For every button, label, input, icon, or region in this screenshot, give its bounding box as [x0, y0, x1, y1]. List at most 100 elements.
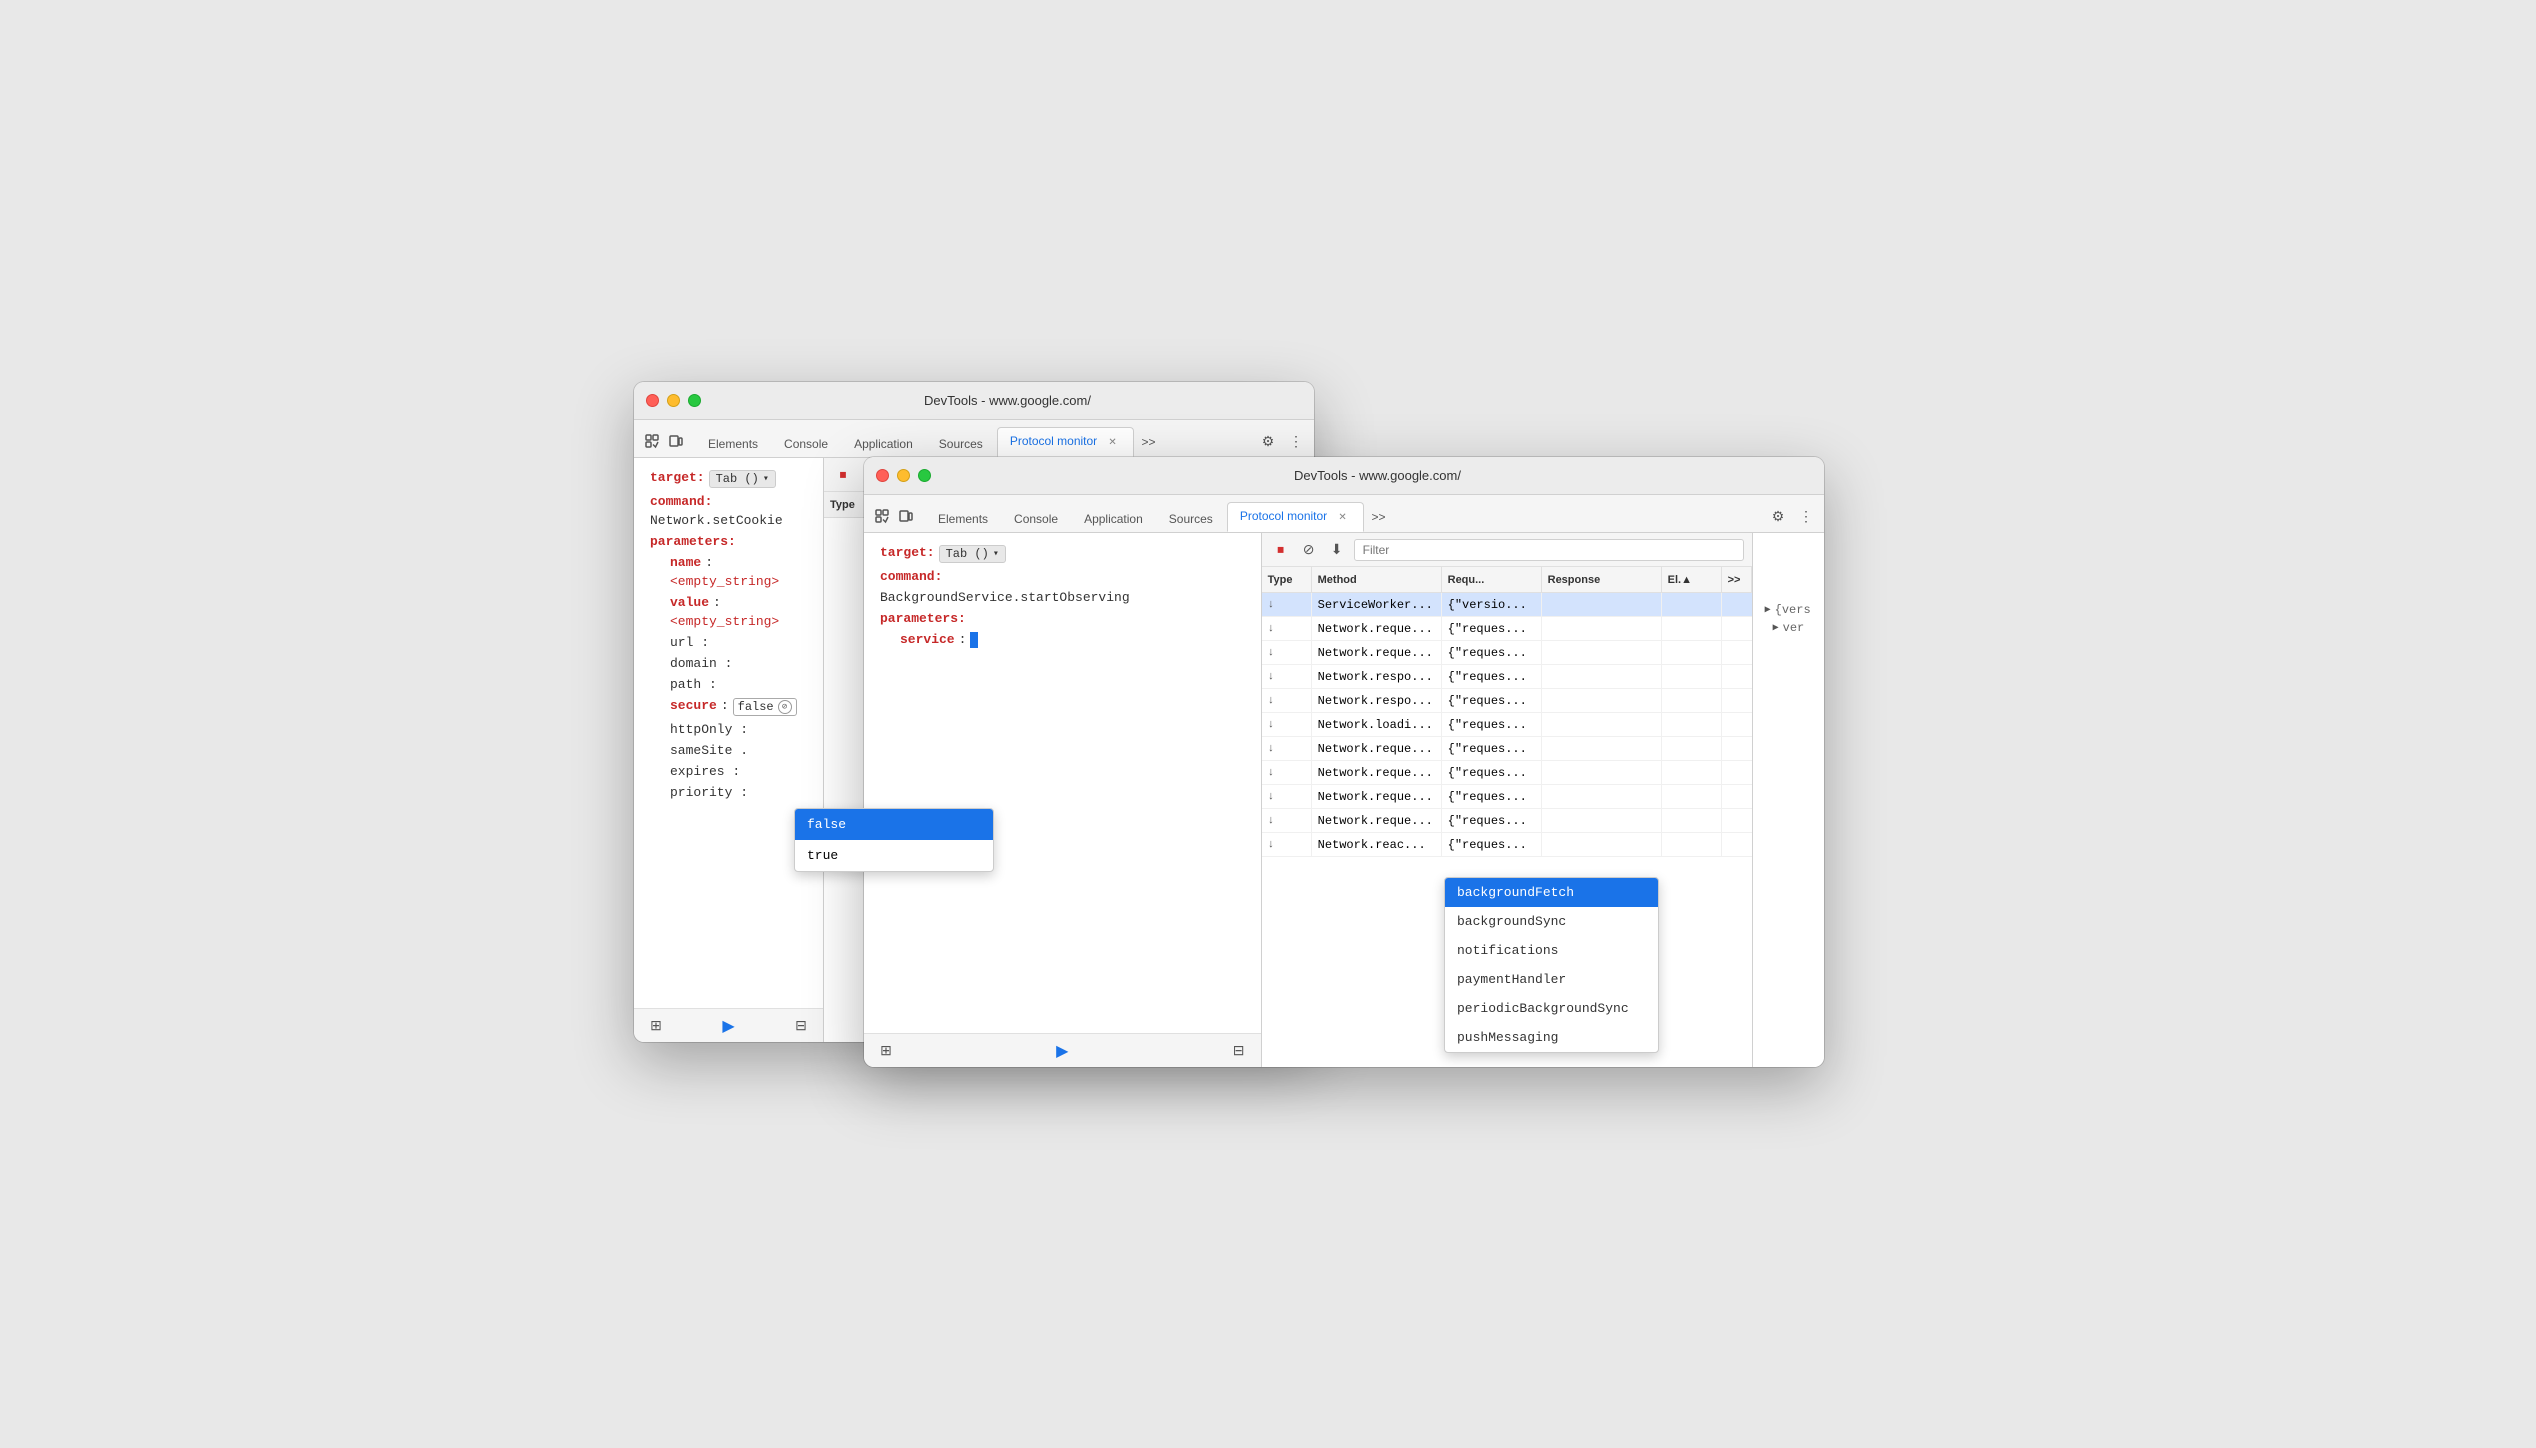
front-cell-response-1: [1542, 593, 1662, 616]
front-tabbar: Elements Console Application Sources Pro…: [864, 495, 1824, 533]
back-param-secure-badge[interactable]: false ⊘: [733, 698, 797, 716]
front-cell-method-4: Network.respo...: [1312, 665, 1442, 688]
front-expand-icon[interactable]: ⊞: [876, 1041, 896, 1061]
front-table-row-8[interactable]: ↓ Network.reque... {"reques...: [1262, 761, 1752, 785]
front-layout-icon[interactable]: ⊟: [1229, 1041, 1249, 1061]
front-tree-panel: ▶ {vers ▶ ver: [1753, 593, 1824, 1067]
front-col-elapsed[interactable]: El.▲: [1662, 567, 1722, 592]
front-service-option-notifications[interactable]: notifications: [1445, 936, 1658, 965]
front-tree-label-1: {vers: [1775, 603, 1811, 617]
front-table-row-7[interactable]: ↓ Network.reque... {"reques...: [1262, 737, 1752, 761]
front-service-option-backgroundsync[interactable]: backgroundSync: [1445, 907, 1658, 936]
front-cell-arrow-2: ↓: [1262, 617, 1312, 640]
back-param-secure-clear[interactable]: ⊘: [778, 700, 792, 714]
front-tab-more[interactable]: >>: [1366, 506, 1392, 532]
front-col-method[interactable]: Method: [1312, 567, 1442, 592]
front-close-btn[interactable]: [876, 469, 889, 482]
back-close-btn[interactable]: [646, 394, 659, 407]
back-stop-btn[interactable]: ⏹: [832, 464, 854, 486]
back-tab-close-icon[interactable]: ✕: [1105, 434, 1121, 450]
front-target-dropdown-arrow[interactable]: ▾: [993, 548, 999, 560]
front-cell-method-7: Network.reque...: [1312, 737, 1442, 760]
back-device-icon[interactable]: [666, 431, 686, 451]
front-cmd-parameters: parameters:: [880, 611, 1245, 626]
front-table-row-4[interactable]: ↓ Network.respo... {"reques...: [1262, 665, 1752, 689]
front-table-row-11[interactable]: ↓ Network.reac... {"reques...: [1262, 833, 1752, 857]
back-tab-more[interactable]: >>: [1136, 431, 1162, 457]
front-overflow-icon[interactable]: ⋮: [1796, 506, 1816, 526]
back-target-label: target:: [650, 470, 705, 485]
front-service-option-backgroundfetch[interactable]: backgroundFetch: [1445, 878, 1658, 907]
back-expand-icon[interactable]: ⊞: [646, 1016, 666, 1036]
back-target-value[interactable]: Tab () ▾: [709, 470, 776, 488]
back-param-expires-key: expires :: [670, 764, 740, 779]
front-stop-btn[interactable]: ⏹: [1270, 539, 1292, 561]
front-param-service-key: service: [900, 632, 955, 647]
front-col-more[interactable]: >>: [1722, 567, 1752, 592]
front-tab-sources[interactable]: Sources: [1157, 506, 1225, 532]
back-tab-console[interactable]: Console: [772, 431, 840, 457]
front-clear-btn[interactable]: ⊘: [1298, 539, 1320, 561]
front-col-request[interactable]: Requ...: [1442, 567, 1542, 592]
front-table-row-9[interactable]: ↓ Network.reque... {"reques...: [1262, 785, 1752, 809]
back-tab-elements[interactable]: Elements: [696, 431, 770, 457]
front-tab-elements[interactable]: Elements: [926, 506, 1000, 532]
front-table-row-6[interactable]: ↓ Network.loadi... {"reques...: [1262, 713, 1752, 737]
front-service-option-paymenthandler[interactable]: paymentHandler: [1445, 965, 1658, 994]
back-tab-sources[interactable]: Sources: [927, 431, 995, 457]
back-bool-option-true[interactable]: true: [795, 840, 993, 871]
front-device-icon[interactable]: [896, 506, 916, 526]
front-cell-arrow-3: ↓: [1262, 641, 1312, 664]
back-tab-protocol-monitor[interactable]: Protocol monitor ✕: [997, 427, 1134, 458]
front-download-btn[interactable]: ⬇: [1326, 539, 1348, 561]
front-tree-arrow-1: ▶: [1765, 604, 1771, 616]
front-cell-arrow-7: ↓: [1262, 737, 1312, 760]
back-overflow-icon[interactable]: ⋮: [1286, 431, 1306, 451]
front-table-row-3[interactable]: ↓ Network.reque... {"reques...: [1262, 641, 1752, 665]
front-tab-application[interactable]: Application: [1072, 506, 1155, 532]
back-settings-icon[interactable]: ⚙: [1258, 431, 1278, 451]
front-cell-response-7: [1542, 737, 1662, 760]
back-param-name-colon: :: [705, 555, 713, 570]
back-bool-option-false[interactable]: false: [795, 809, 993, 840]
front-service-option-pushmessaging[interactable]: pushMessaging: [1445, 1023, 1658, 1052]
front-tab-console[interactable]: Console: [1002, 506, 1070, 532]
back-param-value-val: <empty_string>: [670, 614, 779, 629]
front-cursor-icon[interactable]: [872, 506, 892, 526]
front-cell-method-6: Network.loadi...: [1312, 713, 1442, 736]
back-tab-application[interactable]: Application: [842, 431, 925, 457]
front-command-area: target: Tab () ▾ command: BackgroundServ…: [864, 533, 1261, 1033]
front-minimize-btn[interactable]: [897, 469, 910, 482]
back-target-dropdown-arrow[interactable]: ▾: [763, 473, 769, 485]
back-maximize-btn[interactable]: [688, 394, 701, 407]
back-window-title: DevTools - www.google.com/: [713, 393, 1302, 408]
front-col-type[interactable]: Type: [1262, 567, 1312, 592]
back-layout-icon[interactable]: ⊟: [791, 1016, 811, 1036]
front-param-service-cursor[interactable]: [970, 632, 978, 648]
back-minimize-btn[interactable]: [667, 394, 680, 407]
front-table-row-5[interactable]: ↓ Network.respo... {"reques...: [1262, 689, 1752, 713]
front-send-btn[interactable]: ▶: [1056, 1041, 1068, 1061]
back-send-btn[interactable]: ▶: [722, 1016, 734, 1036]
back-cursor-icon[interactable]: [642, 431, 662, 451]
front-cell-method-3: Network.reque...: [1312, 641, 1442, 664]
front-window-title: DevTools - www.google.com/: [943, 468, 1812, 483]
front-col-response[interactable]: Response: [1542, 567, 1662, 592]
front-table-row-10[interactable]: ↓ Network.reque... {"reques...: [1262, 809, 1752, 833]
front-target-value[interactable]: Tab () ▾: [939, 545, 1006, 563]
front-tab-protocol-monitor[interactable]: Protocol monitor ✕: [1227, 502, 1364, 533]
front-table-row-1[interactable]: ↓ ServiceWorker... {"versio...: [1262, 593, 1752, 617]
front-filter-input[interactable]: [1354, 539, 1744, 561]
front-cell-request-9: {"reques...: [1442, 785, 1542, 808]
front-settings-icon[interactable]: ⚙: [1768, 506, 1788, 526]
front-service-option-periodicbackgroundsync[interactable]: periodicBackgroundSync: [1445, 994, 1658, 1023]
front-tab-close-icon[interactable]: ✕: [1335, 509, 1351, 525]
back-tabbar: Elements Console Application Sources Pro…: [634, 420, 1314, 458]
front-cell-arrow-9: ↓: [1262, 785, 1312, 808]
back-command-value: Network.setCookie: [650, 513, 783, 528]
front-cell-method-11: Network.reac...: [1312, 833, 1442, 856]
front-maximize-btn[interactable]: [918, 469, 931, 482]
back-param-expires: expires :: [650, 764, 807, 779]
front-table-row-2[interactable]: ↓ Network.reque... {"reques...: [1262, 617, 1752, 641]
back-param-samesite: sameSite .: [650, 743, 807, 758]
